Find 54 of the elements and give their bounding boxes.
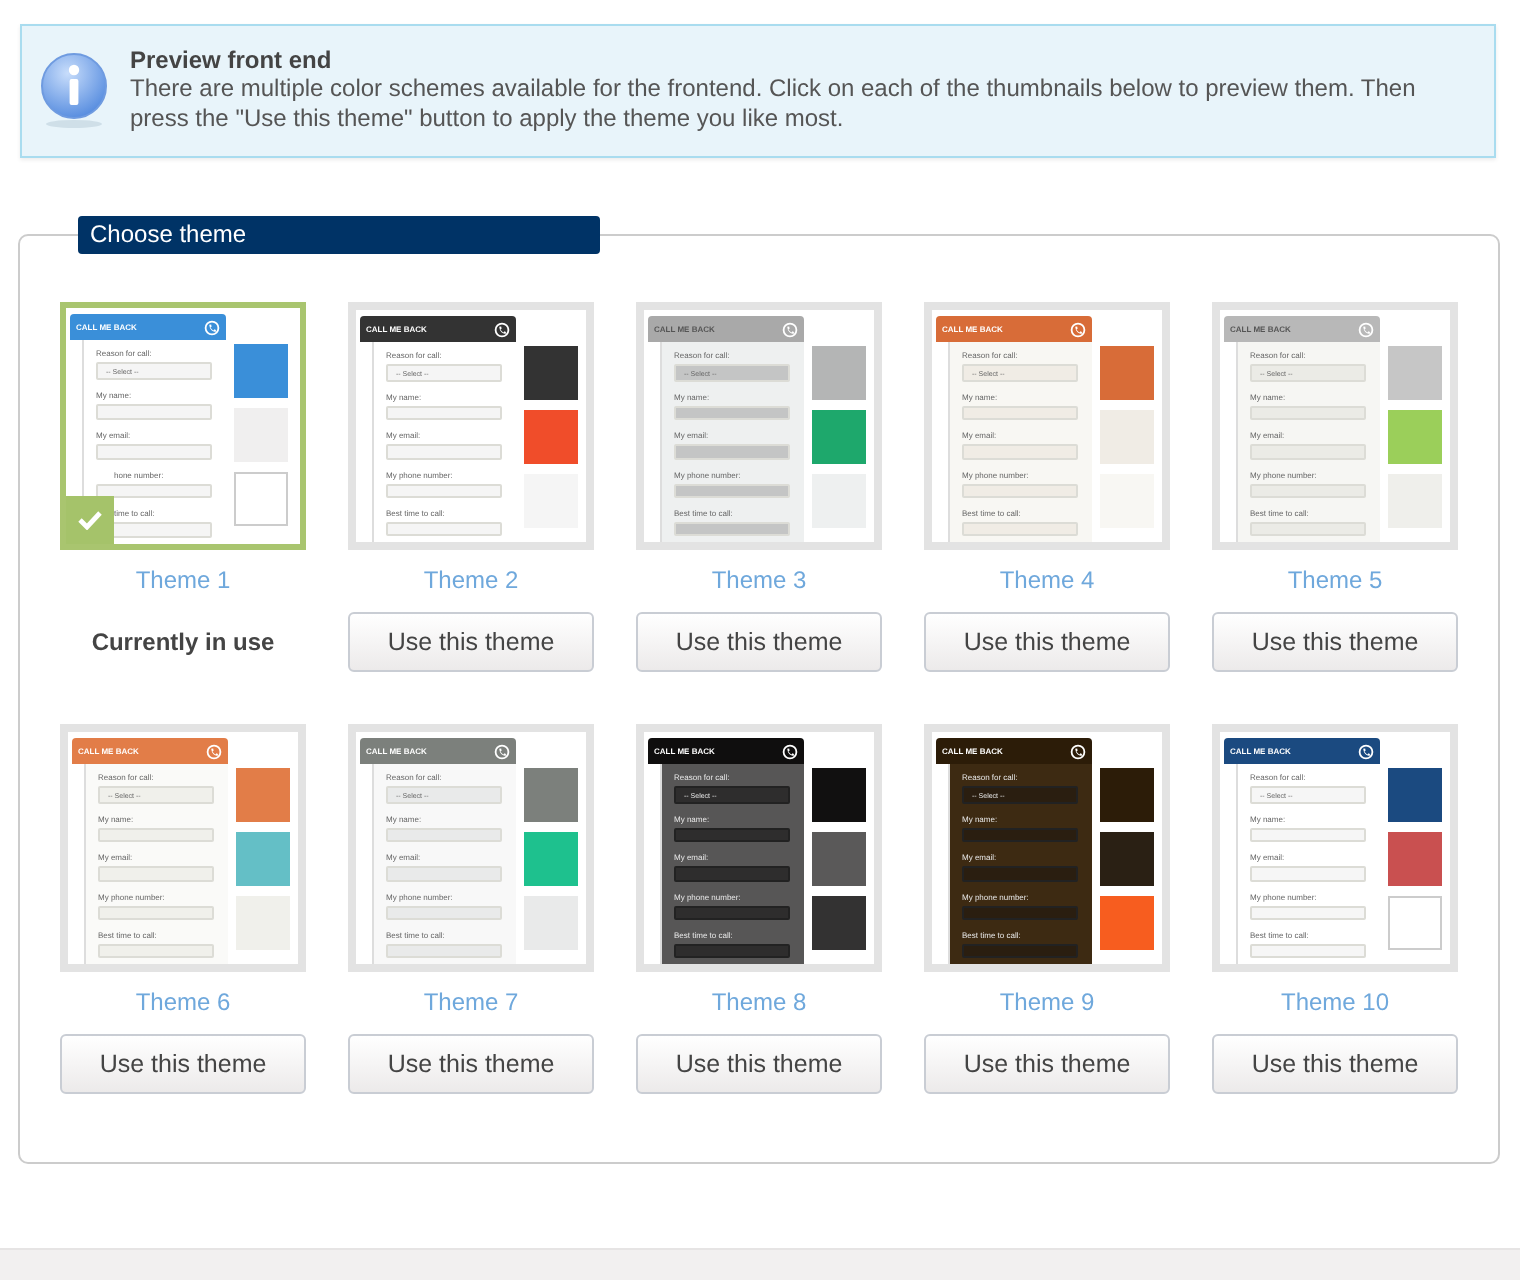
preview-field <box>674 943 790 958</box>
phone-icon <box>1358 743 1374 759</box>
phone-icon <box>494 743 510 759</box>
use-theme-button[interactable]: Use this theme <box>636 612 882 672</box>
phone-icon <box>782 743 798 759</box>
info-title: Preview front end <box>130 46 334 74</box>
preview-field <box>674 444 790 459</box>
use-theme-button[interactable]: Use this theme <box>924 612 1170 672</box>
preview-field <box>962 943 1078 958</box>
info-text: There are multiple color schemes available for the frontend. Click on each of the thumbnails below to preview them. Then press the "Use this theme" button to apply the theme you like most. <box>130 74 1418 134</box>
phone-icon <box>494 321 510 337</box>
phone-icon <box>782 321 798 337</box>
phone-icon <box>1070 321 1086 337</box>
section-title: Choose theme <box>78 216 600 254</box>
use-theme-button[interactable]: Use this theme <box>636 1034 882 1094</box>
preview-field <box>1250 866 1366 881</box>
preview-field <box>962 905 1078 920</box>
preview-field <box>962 444 1078 459</box>
preview-field <box>1250 483 1366 498</box>
status-text: Currently in use <box>91 628 275 658</box>
info-icon <box>38 52 110 128</box>
preview-field <box>674 483 790 498</box>
phone-icon <box>1358 321 1374 337</box>
preview-field <box>98 943 214 958</box>
preview-field <box>386 866 502 881</box>
phone-icon <box>1070 743 1086 759</box>
preview-field <box>96 483 212 499</box>
use-theme-button[interactable]: Use this theme <box>348 612 594 672</box>
preview-field <box>96 443 212 459</box>
preview-field <box>962 866 1078 881</box>
preview-field <box>98 905 214 920</box>
use-theme-button[interactable]: Use this theme <box>1212 612 1458 672</box>
use-theme-button[interactable]: Use this theme <box>60 1034 306 1094</box>
preview-field <box>386 483 502 498</box>
use-theme-button[interactable]: Use this theme <box>1212 1034 1458 1094</box>
preview-field <box>1250 943 1366 958</box>
preview-field <box>386 444 502 459</box>
preview-field <box>674 866 790 881</box>
preview-field <box>1250 444 1366 459</box>
preview-field <box>674 521 790 536</box>
use-theme-button[interactable]: Use this theme <box>348 1034 594 1094</box>
checkmark-icon <box>66 496 114 544</box>
preview-field <box>98 866 214 881</box>
preview-field <box>386 905 502 920</box>
preview-field <box>962 483 1078 498</box>
phone-icon <box>204 319 220 335</box>
preview-field <box>386 521 502 536</box>
preview-field <box>1250 521 1366 536</box>
preview-field <box>674 905 790 920</box>
phone-icon <box>206 743 222 759</box>
preview-field <box>386 943 502 958</box>
use-theme-button[interactable]: Use this theme <box>924 1034 1170 1094</box>
preview-field <box>1250 905 1366 920</box>
preview-field <box>962 521 1078 536</box>
